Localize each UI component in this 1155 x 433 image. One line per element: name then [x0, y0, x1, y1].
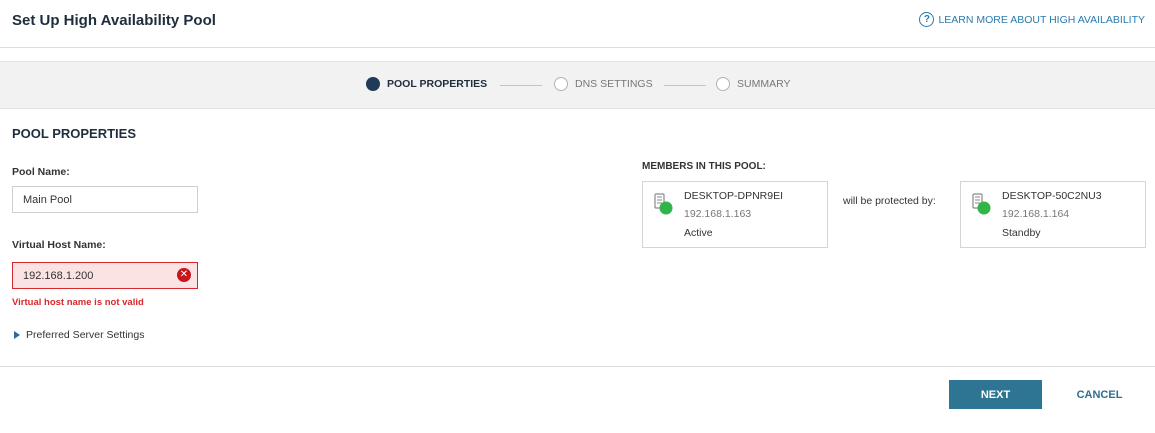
help-circle-icon: ?: [919, 12, 935, 27]
server-name: DESKTOP-50C2NU3: [1002, 190, 1102, 202]
cancel-button[interactable]: CANCEL: [1062, 380, 1137, 409]
server-status: Active: [684, 227, 713, 239]
preferred-server-settings-toggle[interactable]: Preferred Server Settings: [14, 329, 144, 341]
step-pool-properties[interactable]: POOL PROPERTIES: [366, 77, 487, 91]
server-with-status-icon: [972, 193, 991, 215]
step-summary[interactable]: SUMMARY: [716, 77, 790, 91]
virtual-host-label: Virtual Host Name:: [12, 239, 106, 251]
standby-server-card: DESKTOP-50C2NU3 192.168.1.164 Standby: [960, 181, 1146, 248]
learn-more-link-label: LEARN MORE ABOUT HIGH AVAILABILITY: [938, 13, 1145, 26]
section-title: POOL PROPERTIES: [12, 126, 137, 141]
pool-name-label: Pool Name:: [12, 166, 70, 178]
step-inactive-dot-icon: [716, 77, 730, 91]
footer-divider: [0, 366, 1155, 367]
server-name: DESKTOP-DPNR9EI: [684, 190, 783, 202]
protected-by-text: will be protected by:: [843, 195, 936, 207]
server-ip: 192.168.1.163: [684, 208, 752, 220]
error-x-circle-icon[interactable]: ✕: [177, 268, 191, 282]
step-active-dot-icon: [366, 77, 380, 91]
learn-more-link[interactable]: ? LEARN MORE ABOUT HIGH AVAILABILITY: [919, 12, 1145, 27]
step-connector: [500, 85, 542, 86]
virtual-host-field: ✕: [12, 262, 198, 289]
page-title: Set Up High Availability Pool: [12, 12, 216, 29]
step-label: DNS SETTINGS: [575, 78, 653, 90]
next-button[interactable]: NEXT: [949, 380, 1042, 409]
preferred-server-settings-label: Preferred Server Settings: [26, 329, 145, 341]
server-status: Standby: [1002, 227, 1041, 239]
server-with-status-icon: [654, 193, 673, 215]
members-label: MEMBERS IN THIS POOL:: [642, 161, 766, 172]
header-divider: [0, 47, 1155, 48]
step-label: POOL PROPERTIES: [387, 78, 488, 90]
primary-server-card: DESKTOP-DPNR9EI 192.168.1.163 Active: [642, 181, 828, 248]
server-ip: 192.168.1.164: [1002, 208, 1070, 220]
step-dns-settings[interactable]: DNS SETTINGS: [554, 77, 653, 91]
virtual-host-error-message: Virtual host name is not valid: [12, 297, 144, 308]
step-inactive-dot-icon: [554, 77, 568, 91]
wizard-stepper: POOL PROPERTIES DNS SETTINGS SUMMARY: [0, 61, 1155, 109]
virtual-host-input[interactable]: [12, 262, 198, 289]
pool-name-input[interactable]: [12, 186, 198, 213]
step-connector: [664, 85, 706, 86]
step-label: SUMMARY: [737, 78, 791, 90]
caret-right-icon: [14, 331, 20, 339]
